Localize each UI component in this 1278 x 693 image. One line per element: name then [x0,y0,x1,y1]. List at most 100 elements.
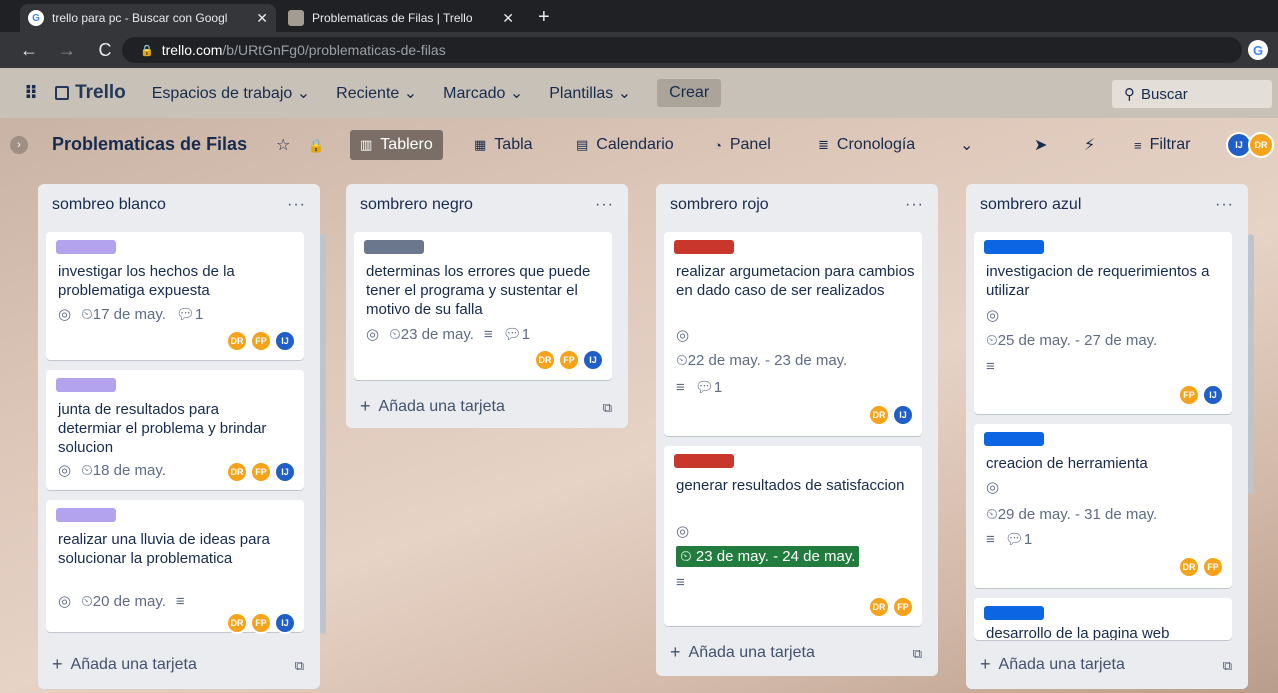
avatar[interactable]: IJ [892,404,914,426]
view-tabla[interactable]: ▦ Tabla [464,130,543,160]
card-members: DR FP IJ [534,349,604,371]
due-date: 17 de may. [92,305,166,323]
card[interactable]: junta de resultados para determiar el pr… [46,370,304,490]
list-menu-icon[interactable]: ··· [1215,196,1234,214]
automation-icon[interactable]: ⚡ [1084,135,1095,155]
card[interactable]: determinas los errores que puede tener e… [354,232,612,380]
list-title[interactable]: sombrero negro [360,196,473,214]
filter-button[interactable]: ≡ Filtrar [1124,130,1200,160]
add-card-button[interactable]: + Añada una tarjeta [52,654,197,675]
list-scrollbar[interactable] [320,234,326,634]
url-field[interactable]: 🔒 trello.com /b/URtGnFg0/problematicas-d… [122,37,1242,63]
card-due[interactable]: ⏲ 23 de may. - 24 de may. [676,546,860,567]
add-card-button[interactable]: + Añada una tarjeta [670,642,815,663]
avatar[interactable]: FP [250,461,272,483]
back-icon[interactable]: ← [20,40,38,61]
add-card-button[interactable]: + Añada una tarjeta [980,654,1125,675]
template-icon[interactable]: ⧉ [1223,658,1232,674]
avatar[interactable]: DR [534,349,556,371]
avatar[interactable]: IJ [582,349,604,371]
comment-icon: 💬︎ [694,379,714,396]
tab-title: trello para pc - Buscar con Googl [52,11,228,25]
list-title[interactable]: sombreo blanco [52,196,166,214]
template-icon[interactable]: ⧉ [913,646,922,662]
board-title[interactable]: Problematicas de Filas [52,134,247,155]
menu-templates[interactable]: Plantillas ⌄ [549,83,631,103]
avatar[interactable]: FP [892,596,914,618]
template-icon[interactable]: ⧉ [295,658,304,674]
create-button[interactable]: Crear [657,79,722,107]
view-tablero[interactable]: ▥ Tablero [350,130,443,160]
list-menu-icon[interactable]: ··· [595,196,614,214]
card[interactable]: realizar una lluvia de ideas para soluci… [46,500,304,634]
avatar[interactable]: DR [226,612,248,634]
add-card-button[interactable]: + Añada una tarjeta [360,396,505,417]
view-cronologia[interactable]: ≣ Cronología [808,130,925,160]
google-account-icon[interactable]: G [1248,40,1268,60]
list-title[interactable]: sombrero azul [980,196,1081,214]
menu-starred[interactable]: Marcado ⌄ [443,83,523,103]
card[interactable]: investigar los hechos de la problematiga… [46,232,304,360]
apps-grid-icon[interactable]: ⠿ [24,83,38,104]
trello-logo[interactable]: Trello [55,82,126,104]
list-scrollbar[interactable] [1248,234,1254,494]
close-tab-icon[interactable]: ✕ [502,10,514,27]
close-tab-icon[interactable]: ✕ [256,10,268,27]
card-badges: ◎ [986,478,999,496]
list-menu-icon[interactable]: ··· [905,196,924,214]
view-panel[interactable]: ◔ Panel [704,130,781,160]
sidebar-toggle-icon[interactable]: › [10,136,28,154]
avatar[interactable]: FP [1202,556,1224,578]
board-members[interactable]: IJ DR [1226,132,1274,158]
card[interactable]: desarrollo de la pagina web [974,598,1232,640]
new-tab-button[interactable]: + [538,6,550,29]
search-input[interactable]: ⚲ Buscar [1112,80,1272,108]
power-ups-icon[interactable]: ➤ [1034,135,1047,155]
avatar[interactable]: FP [1178,384,1200,406]
card[interactable]: generar resultados de satisfaccion ◎ ⏲ 2… [664,446,922,626]
card-due: ⏲ 25 de may. - 27 de may. [986,332,1157,349]
avatar[interactable]: IJ [274,612,296,634]
card-due: ⏲ 22 de may. - 23 de may. [676,352,847,369]
avatar[interactable]: DR [226,330,248,352]
due-date-badge[interactable]: ⏲ 23 de may. - 24 de may. [676,546,860,567]
dashboard-icon: ◔ [714,137,722,153]
avatar[interactable]: DR [1248,132,1274,158]
timeline-icon: ≣ [818,137,829,152]
google-icon: G [28,10,44,26]
filter-icon: ≡ [1134,137,1142,153]
reload-icon[interactable]: C [96,40,114,61]
avatar[interactable]: IJ [274,330,296,352]
card-badges: ◎ [676,326,689,344]
card-label [364,240,424,254]
card[interactable]: investigacion de requerimientos a utiliz… [974,232,1232,414]
visibility-lock-icon[interactable]: 🔒 [308,138,324,154]
card-title: realizar una lluvia de ideas para soluci… [58,531,270,567]
avatar[interactable]: DR [226,461,248,483]
avatar[interactable]: FP [250,330,272,352]
comment-count: 1 [1023,530,1033,548]
avatar[interactable]: FP [558,349,580,371]
avatar[interactable]: FP [250,612,272,634]
avatar[interactable]: DR [868,596,890,618]
browser-tab-trello[interactable]: Problematicas de Filas | Trello ✕ [280,4,522,32]
star-icon[interactable]: ☆ [276,135,290,155]
avatar[interactable]: IJ [1202,384,1224,406]
card[interactable]: realizar argumetacion para cambios en da… [664,232,922,436]
avatar[interactable]: IJ [274,461,296,483]
list-sombrero-azul: sombrero azul ··· investigacion de requer… [966,184,1254,689]
menu-recent[interactable]: Reciente ⌄ [336,83,417,103]
list-title[interactable]: sombrero rojo [670,196,769,214]
browser-tab-google[interactable]: G trello para pc - Buscar con Googl ✕ [20,4,276,32]
comment-icon: 💬︎ [502,326,522,343]
template-icon[interactable]: ⧉ [603,400,612,416]
card-label [984,432,1044,446]
more-views-chevron-icon[interactable]: ⌄ [960,135,973,155]
list-menu-icon[interactable]: ··· [287,196,306,214]
card[interactable]: creacion de herramienta ◎ ⏲ 29 de may. -… [974,424,1232,588]
menu-workspaces[interactable]: Espacios de trabajo ⌄ [152,83,310,103]
avatar[interactable]: DR [1178,556,1200,578]
avatar[interactable]: DR [868,404,890,426]
forward-icon[interactable]: → [58,40,76,61]
view-calendario[interactable]: ▤ Calendario [566,130,684,160]
